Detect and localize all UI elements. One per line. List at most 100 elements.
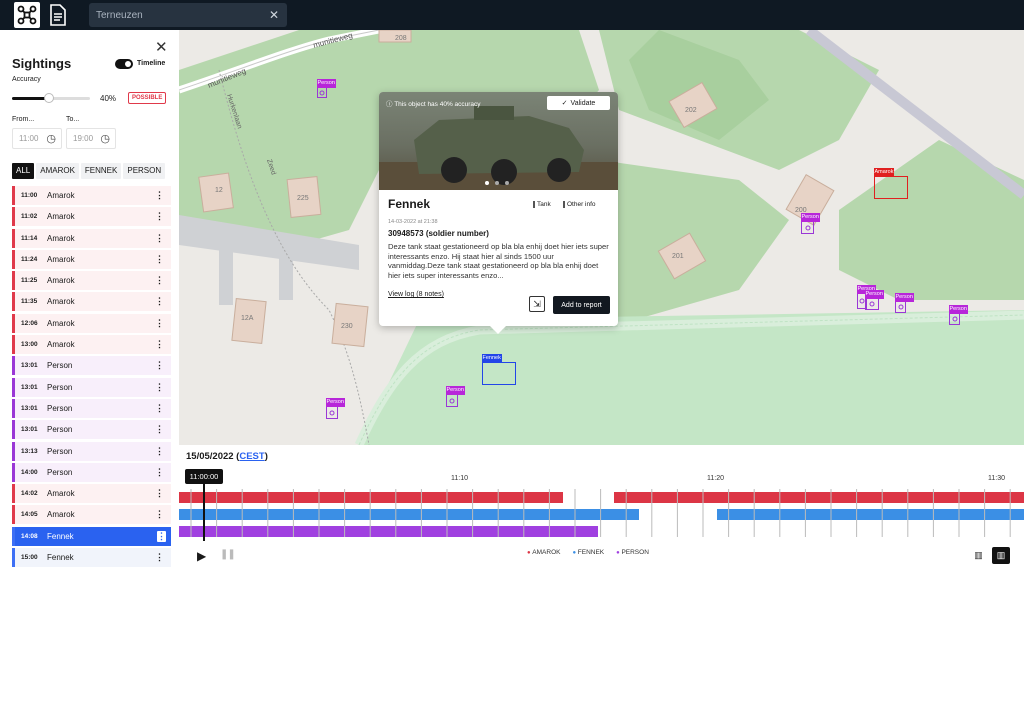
more-options-icon[interactable]: ⋮ bbox=[157, 530, 166, 542]
playhead-line[interactable] bbox=[203, 484, 205, 541]
view-log-link[interactable]: View log (8 notes) bbox=[388, 291, 444, 298]
sighting-name: Amarok bbox=[47, 254, 75, 264]
from-time-input[interactable]: 11:00 ◷ bbox=[12, 128, 62, 149]
more-options-icon[interactable]: ⋮ bbox=[155, 424, 164, 435]
house-number: 12A bbox=[241, 315, 254, 322]
more-options-icon[interactable]: ⋮ bbox=[155, 552, 164, 563]
sighting-row[interactable]: 13:13 Person ⋮ bbox=[12, 441, 171, 461]
person-detection[interactable]: Person bbox=[325, 398, 345, 419]
sighting-row[interactable]: 11:14 Amarok ⋮ bbox=[12, 228, 171, 248]
more-options-icon[interactable]: ⋮ bbox=[155, 190, 164, 201]
sighting-row[interactable]: 11:00 Amarok ⋮ bbox=[12, 186, 171, 205]
compact-view-icon[interactable]: ▥ bbox=[971, 548, 986, 563]
person-detection[interactable]: Person bbox=[316, 79, 336, 98]
timeline-toggle[interactable] bbox=[115, 59, 133, 69]
sighting-time: 11:14 bbox=[21, 234, 38, 242]
drone-icon[interactable] bbox=[14, 2, 40, 28]
accuracy-label: Accuracy bbox=[12, 76, 41, 83]
timezone-link[interactable]: CEST bbox=[239, 451, 264, 462]
detection-label: Person bbox=[445, 386, 465, 395]
sighting-row[interactable]: 14:08 Fennek ⋮ bbox=[12, 526, 171, 546]
more-options-icon[interactable]: ⋮ bbox=[155, 275, 164, 286]
more-options-icon[interactable]: ⋮ bbox=[155, 339, 164, 350]
vehicle-photo[interactable]: ⓘ This object has 40% accuracy ✓ Validate bbox=[379, 92, 618, 190]
more-options-icon[interactable]: ⋮ bbox=[155, 382, 164, 393]
search-value: Terneuzen bbox=[96, 10, 143, 21]
person-detection[interactable]: Person bbox=[948, 305, 968, 325]
more-options-icon[interactable]: ⋮ bbox=[155, 254, 164, 265]
to-time-input[interactable]: 19:00 ◷ bbox=[66, 128, 116, 149]
popup-title: Fennek bbox=[388, 197, 431, 211]
sighting-row[interactable]: 13:01 Person ⋮ bbox=[12, 398, 171, 418]
sighting-row[interactable]: 11:25 Amarok ⋮ bbox=[12, 271, 171, 291]
filter-person[interactable]: PERSON bbox=[123, 163, 166, 179]
pause-icon[interactable]: ❚❚ bbox=[220, 549, 236, 560]
add-to-report-button[interactable]: Add to report bbox=[553, 296, 610, 314]
more-options-icon[interactable]: ⋮ bbox=[155, 488, 164, 499]
person-detection[interactable]: Person bbox=[800, 213, 820, 234]
more-options-icon[interactable]: ⋮ bbox=[155, 509, 164, 520]
close-icon[interactable]: ✕ bbox=[155, 38, 168, 56]
filter-amarok[interactable]: AMAROK bbox=[36, 163, 79, 179]
more-options-icon[interactable]: ⋮ bbox=[155, 296, 164, 307]
house-number: 12 bbox=[215, 187, 223, 194]
timeline-date: 15/05/2022 (CEST) bbox=[186, 451, 268, 462]
playhead-time[interactable]: 11:00:00 bbox=[185, 469, 223, 484]
sighting-name: Amarok bbox=[47, 233, 75, 243]
search-input[interactable]: Terneuzen ✕ bbox=[89, 3, 287, 27]
sighting-time: 12:06 bbox=[21, 319, 38, 327]
fennek-detection[interactable]: Fennek bbox=[481, 354, 516, 385]
sighting-row[interactable]: 11:35 Amarok ⋮ bbox=[12, 292, 171, 312]
person-detection[interactable]: Person bbox=[894, 293, 914, 313]
sighting-time: 13:01 bbox=[21, 383, 38, 391]
document-icon[interactable] bbox=[45, 2, 71, 28]
person-detection[interactable]: Person bbox=[445, 386, 465, 407]
sighting-row[interactable]: 13:00 Amarok ⋮ bbox=[12, 335, 171, 355]
type-filters: ALL AMAROK FENNEK PERSON bbox=[12, 163, 166, 179]
sighting-row[interactable]: 15:00 Fennek ⋮ bbox=[12, 548, 171, 568]
sighting-name: Fennek bbox=[47, 553, 74, 563]
sighting-row[interactable]: 13:01 Person ⋮ bbox=[12, 356, 171, 376]
sighting-name: Person bbox=[47, 425, 73, 435]
filter-fennek[interactable]: FENNEK bbox=[80, 163, 122, 179]
sightings-panel: Sightings ✕ Timeline Accuracy 40% POSSIB… bbox=[0, 30, 179, 575]
more-options-icon[interactable]: ⋮ bbox=[155, 446, 164, 457]
accuracy-note: ⓘ This object has 40% accuracy bbox=[386, 101, 481, 108]
detection-label: Fennek bbox=[481, 354, 502, 363]
from-label: From... bbox=[12, 116, 35, 123]
amarok-detection[interactable]: Amarok bbox=[873, 168, 908, 199]
house-number: 202 bbox=[685, 107, 697, 114]
sighting-row[interactable]: 11:02 Amarok ⋮ bbox=[12, 207, 171, 227]
sighting-row[interactable]: 14:02 Amarok ⋮ bbox=[12, 484, 171, 504]
accuracy-slider[interactable] bbox=[12, 93, 90, 103]
legend-person: PERSON bbox=[616, 549, 648, 556]
sighting-row[interactable]: 13:01 Person ⋮ bbox=[12, 420, 171, 440]
play-icon[interactable]: ▶ bbox=[197, 549, 206, 563]
sighting-row[interactable]: 12:06 Amarok ⋮ bbox=[12, 313, 171, 333]
validate-button[interactable]: ✓ Validate bbox=[547, 96, 610, 110]
sighting-row[interactable]: 14:05 Amarok ⋮ bbox=[12, 505, 171, 525]
more-options-icon[interactable]: ⋮ bbox=[155, 318, 164, 329]
tick-label: 11:30 bbox=[988, 475, 1005, 482]
sighting-row[interactable]: 13:01 Person ⋮ bbox=[12, 377, 171, 397]
more-options-icon[interactable]: ⋮ bbox=[155, 403, 164, 414]
clock-icon: ◷ bbox=[46, 133, 56, 145]
more-options-icon[interactable]: ⋮ bbox=[155, 360, 164, 371]
sighting-name: Person bbox=[47, 403, 73, 413]
clear-search-icon[interactable]: ✕ bbox=[269, 8, 279, 22]
export-icon[interactable]: ⇲ bbox=[529, 296, 545, 312]
filter-all[interactable]: ALL bbox=[12, 163, 35, 179]
sighting-name: Amarok bbox=[47, 212, 75, 222]
sighting-row[interactable]: 14:00 Person ⋮ bbox=[12, 462, 171, 482]
check-icon: ✓ bbox=[561, 100, 568, 107]
sighting-name: Fennek bbox=[47, 531, 74, 541]
person-detection[interactable]: Person bbox=[864, 290, 884, 310]
accuracy-slider-knob[interactable] bbox=[43, 93, 54, 103]
sighting-time: 14:05 bbox=[21, 511, 38, 519]
more-options-icon[interactable]: ⋮ bbox=[155, 211, 164, 222]
more-options-icon[interactable]: ⋮ bbox=[155, 467, 164, 478]
sighting-time: 14:00 bbox=[21, 468, 38, 476]
sighting-row[interactable]: 11:24 Amarok ⋮ bbox=[12, 249, 171, 269]
expanded-view-icon[interactable]: ▥ bbox=[992, 547, 1010, 564]
more-options-icon[interactable]: ⋮ bbox=[155, 233, 164, 244]
